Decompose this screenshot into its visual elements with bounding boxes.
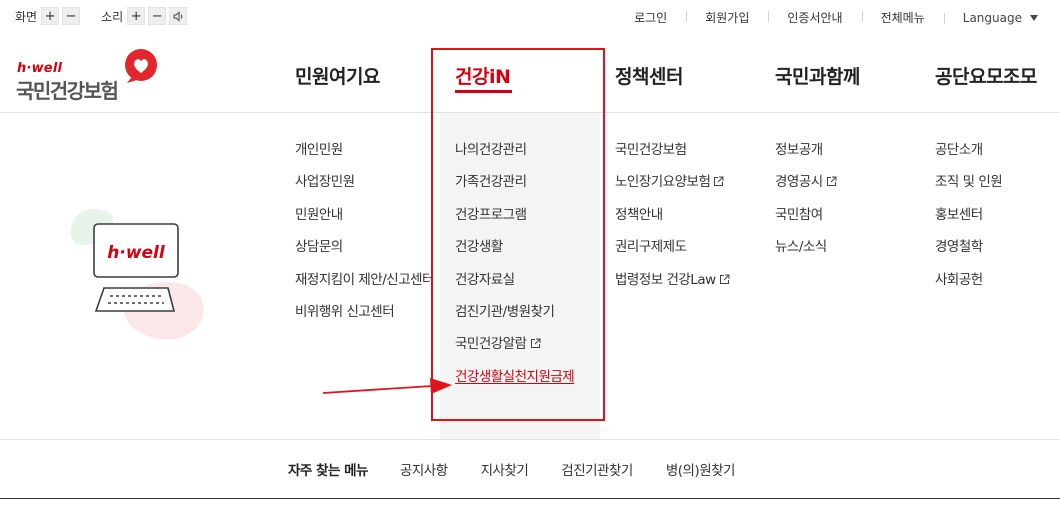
submenu-item-external[interactable]: 경영공시 <box>775 173 915 191</box>
quick-menu: 자주 찾는 메뉴 공지사항 지사찾기 검진기관찾기 병(의)원찾기 <box>288 459 768 479</box>
submenu-item[interactable]: 국민참여 <box>775 206 915 224</box>
quick-link-checkup-centers[interactable]: 검진기관찾기 <box>561 459 633 479</box>
utility-bar: 화면 + − 소리 + − 로그인 회원가입 인증서안내 전체메뉴 Langua… <box>0 0 1060 36</box>
screen-zoom-in-button[interactable]: + <box>41 7 60 25</box>
external-link-icon <box>826 176 837 187</box>
laptop-illustration: h·well <box>70 209 204 340</box>
submenu-item[interactable]: 공단소개 <box>935 141 1055 159</box>
screen-size-label: 화면 <box>15 9 38 24</box>
quick-link-hospitals[interactable]: 병(의)원찾기 <box>666 459 736 479</box>
logo-brand-ko: 국민건강보험 <box>16 79 119 103</box>
submenu-item[interactable]: 권리구제제도 <box>615 238 765 256</box>
submenu-item[interactable]: 홍보센터 <box>935 206 1055 224</box>
submenu-item-external[interactable]: 노인장기요양보험 <box>615 173 765 191</box>
gnb-civil-service[interactable]: 민원여기요 <box>295 62 380 89</box>
submenu-item[interactable]: 사업장민원 <box>295 173 440 191</box>
pointer-arrow-icon <box>322 378 452 394</box>
signup-link[interactable]: 회원가입 <box>686 9 768 26</box>
submenu-item[interactable]: 사회공헌 <box>935 271 1055 289</box>
submenu-item-label: 노인장기요양보험 <box>615 174 711 191</box>
quick-link-notices[interactable]: 공지사항 <box>400 459 448 479</box>
illustration-screen-text: h·well <box>107 243 166 263</box>
speaker-button[interactable] <box>169 7 188 25</box>
all-menu-link[interactable]: 전체메뉴 <box>861 9 944 26</box>
heart-logo-icon <box>125 49 157 83</box>
quick-menu-title: 자주 찾는 메뉴 <box>288 463 368 479</box>
accessibility-controls: 화면 + − 소리 + − <box>15 7 190 25</box>
submenu-item[interactable]: 조직 및 인원 <box>935 173 1055 191</box>
logo-brand-en: h·well <box>17 61 63 76</box>
submenu-item[interactable]: 정보공개 <box>775 141 915 159</box>
submenu-item-external[interactable]: 법령정보 건강Law <box>615 271 765 289</box>
submenu-item-label: 경영공시 <box>775 174 823 191</box>
site-logo[interactable]: h·well 국민건강보험 <box>16 48 166 103</box>
submenu-item[interactable]: 국민건강보험 <box>615 141 765 159</box>
volume-up-button[interactable]: + <box>127 7 146 25</box>
quick-menu-divider <box>0 439 1060 440</box>
login-link[interactable]: 로그인 <box>615 9 686 26</box>
bottom-border <box>0 498 1060 499</box>
external-link-icon <box>719 274 730 284</box>
submenu-item[interactable]: 재정지킴이 제안/신고센터 <box>295 269 435 291</box>
submenu-about-nhis: 공단소개 조직 및 인원 홍보센터 경영철학 사회공헌 <box>935 141 1055 303</box>
submenu-item[interactable]: 비위행위 신고센터 <box>295 303 440 321</box>
submenu-item-label: 법령정보 건강Law <box>615 271 716 288</box>
caret-down-icon <box>1030 14 1038 21</box>
submenu-item[interactable]: 뉴스/소식 <box>775 238 915 256</box>
submenu-item[interactable]: 민원안내 <box>295 206 440 224</box>
sound-label: 소리 <box>101 9 124 24</box>
gnb-policy-center[interactable]: 정책센터 <box>615 62 683 89</box>
utility-links: 로그인 회원가입 인증서안내 전체메뉴 Language <box>615 9 1038 26</box>
speaker-icon <box>173 10 182 22</box>
submenu-item[interactable]: 상담문의 <box>295 238 440 256</box>
language-select[interactable]: Language <box>943 10 1038 25</box>
volume-down-button[interactable]: − <box>148 7 167 25</box>
submenu-item[interactable]: 정책안내 <box>615 206 765 224</box>
submenu-item[interactable]: 개인민원 <box>295 141 440 159</box>
screen-zoom-out-button[interactable]: − <box>62 7 81 25</box>
submenu-with-citizens: 정보공개 경영공시 국민참여 뉴스/소식 <box>775 141 915 271</box>
gnb-with-citizens[interactable]: 국민과함께 <box>775 62 860 89</box>
quick-link-branches[interactable]: 지사찾기 <box>481 459 529 479</box>
submenu-civil-service: 개인민원 사업장민원 민원안내 상담문의 재정지킴이 제안/신고센터 비위행위 … <box>295 141 440 335</box>
certificate-guide-link[interactable]: 인증서안내 <box>768 9 861 26</box>
highlight-box <box>431 48 605 421</box>
submenu-policy-center: 국민건강보험 노인장기요양보험 정책안내 권리구제제도 법령정보 건강Law <box>615 141 765 303</box>
submenu-item[interactable]: 경영철학 <box>935 238 1055 256</box>
external-link-icon <box>714 176 724 187</box>
language-label: Language <box>962 10 1022 25</box>
gnb-about-nhis[interactable]: 공단요모조모 <box>935 62 1037 89</box>
